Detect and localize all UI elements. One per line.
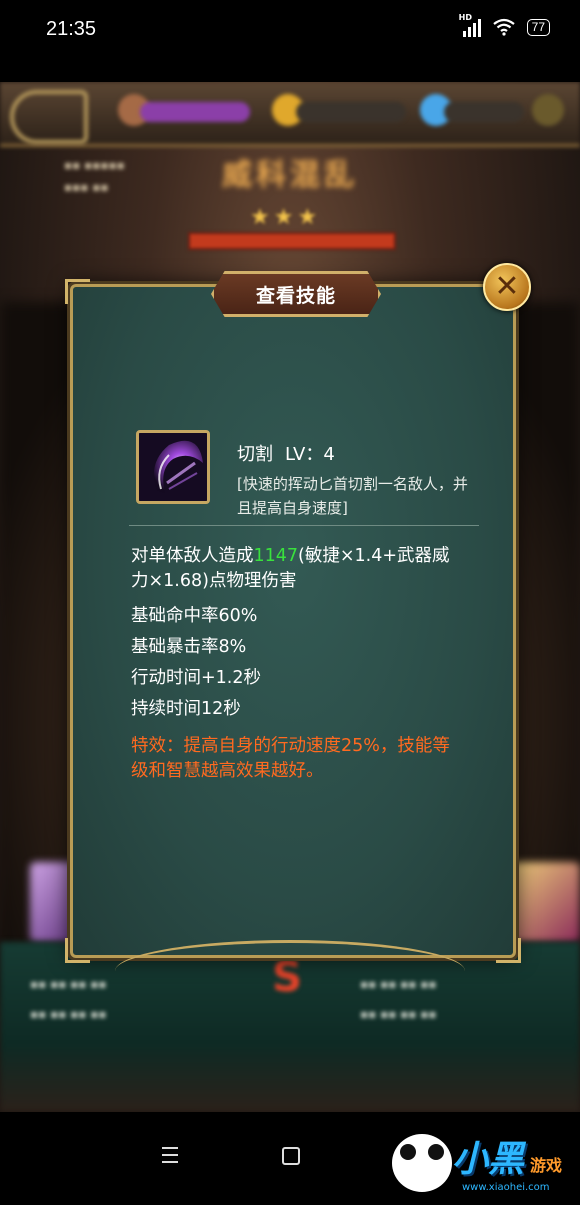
status-icons: HD 77 [459, 13, 550, 37]
hit-rate: 基础命中率60% [131, 606, 258, 626]
battery-icon: 77 [526, 18, 550, 36]
skill-level: LV：4 [285, 444, 335, 465]
network-type: HD [458, 13, 472, 22]
system-nav-bar: 小黑 游戏 www.xiaohei.com [0, 1112, 580, 1205]
corner-ornament [65, 938, 90, 963]
stat-right-1: ▪▪ ▪▪ ▪▪ ▪▪ [360, 977, 437, 991]
skill-description: [快速的挥动匕首切割一名敌人，并且提高自身速度] [237, 475, 468, 517]
damage-value: 1147 [253, 546, 299, 566]
close-icon: ✕ [494, 269, 520, 304]
signal-icon: HD [459, 13, 481, 37]
panda-logo-icon [392, 1134, 452, 1192]
divider [129, 525, 479, 526]
corner-ornament [65, 279, 90, 304]
lightning-icon[interactable] [532, 94, 564, 126]
home-icon[interactable] [282, 1147, 300, 1165]
stage-info: ▪▪ ▪▪▪▪▪ ▪▪▪ ▪▪ [64, 158, 125, 194]
dialog-title: 查看技能 [255, 285, 336, 307]
dialog-title-banner: 查看技能 [211, 271, 381, 317]
damage-prefix: 对单体敌人造成 [131, 546, 254, 566]
skill-dagger-icon [136, 430, 210, 504]
enemy-hp-bar [188, 232, 396, 250]
menu-icon[interactable] [162, 1147, 178, 1168]
watermark-url: www.xiaohei.com [462, 1182, 550, 1193]
star-rating: ★★★ [250, 205, 322, 230]
right-hero-card[interactable] [510, 862, 580, 942]
gold-bar [296, 102, 406, 122]
duration: 持续时间12秒 [131, 699, 241, 719]
energy-bar [140, 102, 250, 122]
corner-ornament [496, 938, 521, 963]
action-time: 行动时间+1.2秒 [131, 668, 261, 688]
stat-left-1: ▪▪ ▪▪ ▪▪ ▪▪ [30, 977, 107, 991]
watermark-brand: 小黑 [452, 1139, 525, 1180]
back-icon[interactable] [10, 90, 88, 144]
skill-name: 切割 [237, 444, 273, 465]
special-effect: 特效：提高自身的行动速度25%，技能等级和智慧越高效果越好。 [131, 736, 450, 781]
stat-left-2: ▪▪ ▪▪ ▪▪ ▪▪ [30, 1007, 107, 1021]
skill-title: 切割 LV：4 [237, 440, 335, 466]
damage-description: 对单体敌人造成1147(敏捷×1.4+武器威力×1.68)点物理伤害 [131, 544, 461, 594]
status-bar: 21:35 HD 77 [0, 0, 580, 82]
site-watermark: 小黑 游戏 www.xiaohei.com [392, 1130, 572, 1200]
skill-dialog: 查看技能 ✕ 切割 LV：4 [快速的挥动匕首切割一名敌人，并且提高自身速度] … [65, 263, 531, 963]
crit-rate: 基础暴击率8% [131, 637, 247, 657]
clock: 21:35 [46, 18, 97, 40]
diamond-bar [444, 102, 524, 122]
wifi-icon [492, 18, 515, 36]
stat-right-2: ▪▪ ▪▪ ▪▪ ▪▪ [360, 1007, 437, 1021]
close-button[interactable]: ✕ [483, 263, 531, 311]
game-background: 威科混乱 ▪▪ ▪▪▪▪▪ ▪▪▪ ▪▪ ★★★ ▪▪ ▪▪ ▪▪ ▪▪ ▪▪ ▪… [0, 82, 580, 1112]
watermark-tag: 游戏 [530, 1156, 563, 1175]
